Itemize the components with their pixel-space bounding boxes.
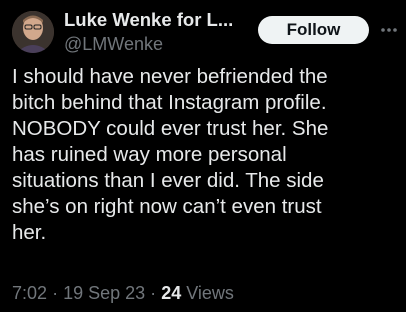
author-display-name[interactable]: Luke Wenke for L...: [64, 10, 233, 30]
author-avatar[interactable]: [12, 11, 54, 53]
tweet-text-line: I should have never befriended the: [12, 65, 328, 88]
avatar-image: [12, 11, 54, 53]
tweet: Luke Wenke for L... @LMWenke Follow I sh…: [0, 0, 406, 312]
follow-button[interactable]: Follow: [258, 16, 369, 44]
tweet-text-line: her.: [12, 221, 47, 244]
views-count[interactable]: 24: [161, 283, 181, 303]
tweet-text-line: she’s on right now can’t even trust: [12, 195, 322, 218]
tweet-text-line: situations than I ever did. The side: [12, 169, 324, 192]
more-horizontal-icon[interactable]: [378, 22, 400, 38]
tweet-meta: 7:02 · 19 Sep 23 · 24 Views: [12, 282, 234, 304]
tweet-text-line: has ruined way more personal: [12, 143, 287, 166]
views-label[interactable]: Views: [186, 283, 234, 303]
meta-separator: ·: [52, 283, 59, 303]
tweet-time[interactable]: 7:02: [12, 283, 47, 303]
tweet-text-line: bitch behind that Instagram profile.: [12, 91, 327, 114]
tweet-text-line: NOBODY could ever trust her. She: [12, 117, 329, 140]
tweet-date[interactable]: 19 Sep 23: [63, 283, 145, 303]
meta-separator: ·: [150, 283, 157, 303]
tweet-text: I should have never befriended the bitch…: [12, 64, 400, 246]
author-handle[interactable]: @LMWenke: [64, 34, 163, 54]
